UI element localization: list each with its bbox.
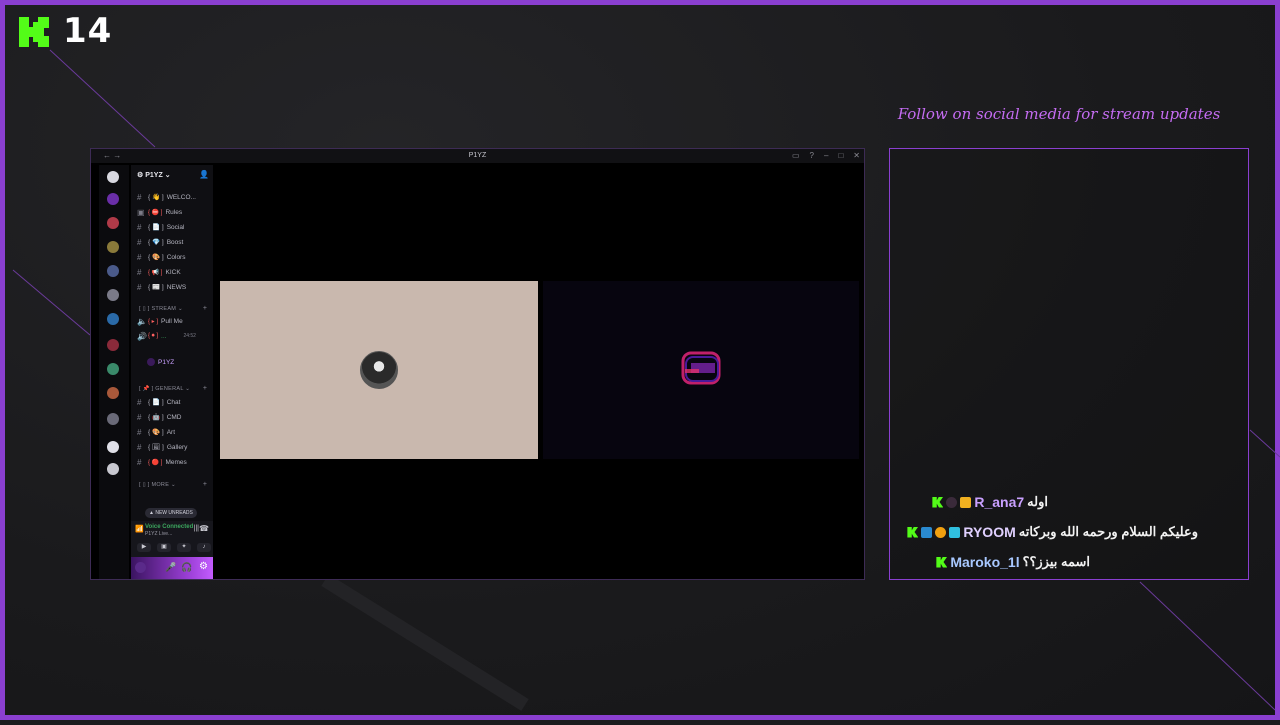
voice-call-area xyxy=(219,165,864,579)
chat-text: وعليكم السلام ورحمه الله وبركاته xyxy=(1018,524,1198,539)
channel-art[interactable]: #{ 🎨 ] Art xyxy=(137,426,211,438)
user-panel: 🎤 🎧 ⚙ xyxy=(131,557,213,579)
soundboard-button[interactable]: ♪ xyxy=(197,543,211,552)
voice-member[interactable]: P1YZ xyxy=(147,356,213,368)
viewer-count: 14 xyxy=(63,11,113,51)
channel-welcome[interactable]: #{ 👋 ] WELCO... xyxy=(137,191,211,203)
add-member-icon[interactable]: 👤 xyxy=(199,170,209,179)
chat-username[interactable]: Maroko_1l xyxy=(950,554,1019,570)
voice-channel-active[interactable]: 🔊{ ⏺ ]... 24:52 xyxy=(137,330,211,342)
chat-message: Maroko_1l اسمه بيزز؟؟ xyxy=(936,554,1090,570)
microphone-icon[interactable]: 🎤 xyxy=(165,562,176,573)
chat-message: R_ana7 اوله xyxy=(932,494,1048,510)
server-icon[interactable] xyxy=(107,289,119,301)
activities-button[interactable]: ✦ xyxy=(177,543,191,552)
minimize-button[interactable]: – xyxy=(824,151,828,160)
channel-boost[interactable]: #{ 💎 ] Boost xyxy=(137,236,211,248)
chat-username[interactable]: R_ana7 xyxy=(974,494,1024,510)
settings-gear-icon[interactable]: ⚙ xyxy=(199,561,208,572)
server-icon[interactable] xyxy=(107,241,119,253)
avatar xyxy=(360,351,398,389)
add-channel-icon[interactable]: + xyxy=(203,481,207,488)
voice-status[interactable]: Voice Connected xyxy=(145,524,193,530)
gift-badge-icon xyxy=(935,526,947,538)
voice-connection-panel: 📶 Voice Connected P1YZ Live... ||| ☎ ▶ ▣… xyxy=(131,521,213,579)
vip-badge-icon xyxy=(949,526,961,538)
category-more[interactable]: [ ▯ ] MORE ⌄ xyxy=(139,482,176,488)
kick-badge-icon xyxy=(936,556,948,568)
channel-list: ⚙ P1YZ ⌄ 👤 #{ 👋 ] WELCO... ▣{ ⛔ ] Rules #{… xyxy=(131,165,213,579)
server-icon[interactable] xyxy=(107,313,119,325)
server-icon[interactable] xyxy=(107,217,119,229)
channel-colors[interactable]: #{ 🎨 ] Colors xyxy=(137,251,211,263)
channel-memes[interactable]: #{ 🔴 ] Memes xyxy=(137,456,211,468)
server-icon[interactable] xyxy=(107,339,119,351)
kick-badge-icon xyxy=(932,496,944,508)
camera-button[interactable]: ▶ xyxy=(137,543,151,552)
chat-message: RYOOM وعليكم السلام ورحمه الله وبركاته xyxy=(907,524,1198,540)
window-title: P1YZ xyxy=(468,152,487,159)
add-channel-icon[interactable]: + xyxy=(203,305,207,312)
participant-tile[interactable] xyxy=(543,281,859,459)
voice-channel-name: P1YZ Live... xyxy=(145,531,173,537)
signal-icon: 📶 xyxy=(135,526,144,533)
p1yz-glitch-logo-icon xyxy=(681,351,721,385)
disconnect-icon[interactable]: ☎ xyxy=(199,524,209,533)
window-controls: ▭ ? – □ ✕ xyxy=(792,151,860,160)
explore-icon[interactable] xyxy=(107,463,119,475)
participant-tile[interactable] xyxy=(220,281,538,459)
window-titlebar: ← → P1YZ ▭ ? – □ ✕ xyxy=(91,149,864,163)
help-icon[interactable]: ? xyxy=(810,151,814,160)
maximize-button[interactable]: □ xyxy=(838,151,843,160)
inbox-icon[interactable]: ▭ xyxy=(792,151,800,160)
stream-overlay-frame: 14 Follow on social media for stream upd… xyxy=(0,0,1280,720)
sword-badge-icon xyxy=(921,526,933,538)
screen-share-button[interactable]: ▣ xyxy=(157,543,171,552)
server-icon[interactable] xyxy=(107,413,119,425)
channel-rules[interactable]: ▣{ ⛔ ] Rules xyxy=(137,206,211,218)
channel-chat[interactable]: #{ 📄 ] Chat xyxy=(137,396,211,408)
add-channel-icon[interactable]: + xyxy=(203,385,207,392)
discord-window: ← → P1YZ ▭ ? – □ ✕ ⚙ P1YZ ⌄ 👤 # {👋] WE… xyxy=(90,148,865,580)
server-name[interactable]: ⚙ P1YZ ⌄ xyxy=(137,171,171,179)
channel-news[interactable]: #{ 📰 ] NEWS xyxy=(137,281,211,293)
crown-badge-icon xyxy=(960,496,972,508)
channel-social[interactable]: #{ 📄 ] Social xyxy=(137,221,211,233)
server-icon[interactable] xyxy=(107,265,119,277)
stream-chat-panel: R_ana7 اوله RYOOM وعليكم السلام ورحمه ال… xyxy=(889,148,1249,580)
chat-text: اسمه بيزز؟؟ xyxy=(1022,554,1090,569)
new-unreads-pill[interactable]: ▲ NEW UNREADS xyxy=(145,508,197,518)
server-rail xyxy=(99,165,129,579)
chat-text: اوله xyxy=(1027,494,1048,509)
chat-username[interactable]: RYOOM xyxy=(963,524,1015,540)
server-icon[interactable] xyxy=(107,193,119,205)
discord-home-icon[interactable] xyxy=(107,171,119,183)
channel-cmd[interactable]: #{ 🤖 ] CMD xyxy=(137,411,211,423)
kick-logo-icon xyxy=(17,15,51,49)
moderator-badge-icon xyxy=(946,496,958,508)
channel-gallery[interactable]: #{ 🖼 ] Gallery xyxy=(137,441,211,453)
category-stream[interactable]: [ ▯ ] STREAM ⌄ xyxy=(139,306,183,312)
category-general[interactable]: [ 📌 ] GENERAL ⌄ xyxy=(139,386,190,392)
avatar[interactable] xyxy=(135,562,146,573)
server-icon[interactable] xyxy=(107,363,119,375)
add-server-icon[interactable] xyxy=(107,441,119,453)
voice-channel-pull-me[interactable]: 🔈{ ▸ ] Pull Me xyxy=(137,315,211,327)
kick-badge-icon xyxy=(907,526,919,538)
server-icon[interactable] xyxy=(107,387,119,399)
headphones-icon[interactable]: 🎧 xyxy=(181,562,192,573)
channel-kick[interactable]: #{ 📢 ] KICK xyxy=(137,266,211,278)
close-button[interactable]: ✕ xyxy=(853,151,860,160)
follow-banner: Follow on social media for stream update… xyxy=(897,105,1221,123)
